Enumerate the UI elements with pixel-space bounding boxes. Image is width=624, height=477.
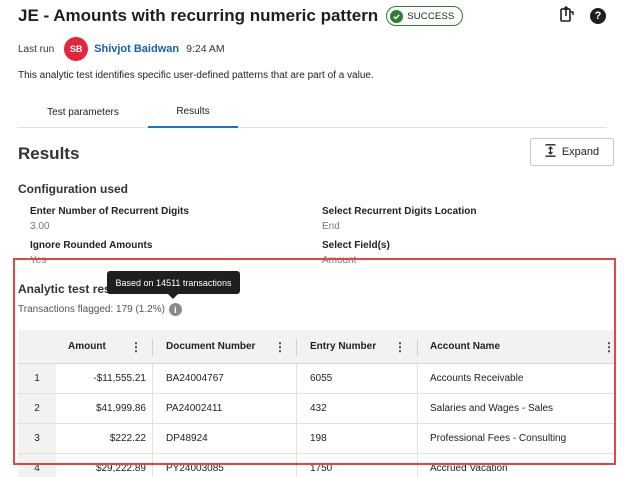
header-actions: ? [560, 5, 606, 27]
column-header-account-name[interactable]: Account Name [430, 330, 500, 363]
results-heading: Results [18, 144, 80, 163]
column-header-amount[interactable]: Amount [68, 330, 106, 363]
config-label-fields: Select Field(s) [322, 240, 390, 251]
config-value-location: End [322, 221, 340, 232]
expand-button[interactable]: Expand [530, 138, 614, 166]
transactions-flagged: Transactions flagged: 179 (1.2%) i [18, 303, 182, 316]
tooltip: Based on 14511 transactions [107, 271, 240, 294]
column-header-entry-number[interactable]: Entry Number [310, 330, 376, 363]
status-badge: SUCCESS [386, 6, 463, 26]
cell-entry-number: 432 [310, 403, 327, 414]
cell-amount: $222.22 [109, 433, 146, 444]
status-text: SUCCESS [407, 10, 455, 22]
column-header-document-number[interactable]: Document Number [166, 330, 255, 363]
cell-account-name: Accounts Receivable [430, 373, 524, 384]
cell-account-name: Accrued Vacation [430, 463, 508, 474]
expand-label: Expand [561, 146, 600, 158]
cell-account-name: Professional Fees - Consulting [430, 433, 567, 444]
kebab-menu-icon[interactable]: ⋮ [274, 340, 286, 354]
kebab-menu-icon[interactable]: ⋮ [130, 340, 142, 354]
table-row[interactable]: 1 -$11,555.21 BA24004767 6055 Accounts R… [18, 364, 614, 394]
table-row[interactable]: 3 $222.22 DP48924 198 Professional Fees … [18, 424, 614, 454]
tab-bar: Test parameters Results [18, 97, 606, 128]
test-description: This analytic test identifies specific u… [18, 70, 374, 81]
cell-document-number: PY24003085 [166, 463, 224, 474]
cell-document-number: BA24004767 [166, 373, 224, 384]
column-divider[interactable] [152, 339, 153, 356]
page-title: JE - Amounts with recurring numeric patt… [18, 6, 379, 25]
flagged-text: Transactions flagged: 179 (1.2%) [18, 304, 165, 315]
cell-account-name: Salaries and Wages - Sales [430, 403, 554, 414]
results-table: Amount ⋮ Document Number ⋮ Entry Number … [18, 330, 615, 477]
cell-amount: $29,222.89 [95, 463, 146, 474]
config-label-rounded: Ignore Rounded Amounts [30, 240, 153, 251]
cell-amount: $41,999.86 [95, 403, 146, 414]
tab-test-parameters[interactable]: Test parameters [18, 97, 148, 128]
run-time: 9:24 AM [186, 43, 225, 55]
table-header: Amount ⋮ Document Number ⋮ Entry Number … [18, 330, 615, 364]
table-row[interactable]: 4 $29,222.89 PY24003085 1750 Accrued Vac… [18, 454, 614, 477]
config-value-fields: Amount [322, 255, 357, 266]
avatar[interactable]: SB [64, 37, 89, 61]
row-number: 2 [18, 394, 56, 423]
cell-document-number: PA24002411 [166, 403, 223, 414]
tab-results[interactable]: Results [148, 97, 238, 128]
config-label-digits: Enter Number of Recurrent Digits [30, 206, 189, 217]
export-icon[interactable] [560, 5, 574, 27]
page-header: JE - Amounts with recurring numeric patt… [18, 5, 606, 27]
row-number: 1 [18, 364, 56, 393]
config-value-digits: 3.00 [30, 221, 50, 232]
check-icon [390, 9, 404, 23]
table-row[interactable]: 2 $41,999.86 PA24002411 432 Salaries and… [18, 394, 614, 424]
row-number: 4 [18, 454, 56, 477]
last-run-label: Last run [18, 43, 55, 55]
config-value-rounded: Yes [30, 255, 47, 266]
user-link[interactable]: Shivjot Baidwan [94, 43, 179, 55]
cell-amount: -$11,555.21 [93, 373, 146, 384]
analytic-results-heading: Analytic test res [18, 282, 111, 296]
cell-entry-number: 198 [310, 433, 327, 444]
cell-entry-number: 6055 [310, 373, 333, 384]
help-icon[interactable]: ? [590, 8, 606, 24]
cell-entry-number: 1750 [310, 463, 333, 474]
expand-icon [545, 144, 556, 160]
tooltip-arrow [168, 294, 178, 299]
cell-document-number: DP48924 [166, 433, 208, 444]
kebab-menu-icon[interactable]: ⋮ [603, 340, 615, 354]
configuration-heading: Configuration used [18, 182, 128, 196]
last-run: Last run SB Shivjot Baidwan 9:24 AM [18, 37, 225, 61]
column-divider[interactable] [296, 339, 297, 356]
config-label-location: Select Recurrent Digits Location [322, 206, 477, 217]
row-number: 3 [18, 424, 56, 453]
info-icon[interactable]: i [168, 303, 182, 316]
kebab-menu-icon[interactable]: ⋮ [394, 340, 406, 354]
column-divider[interactable] [417, 339, 418, 356]
